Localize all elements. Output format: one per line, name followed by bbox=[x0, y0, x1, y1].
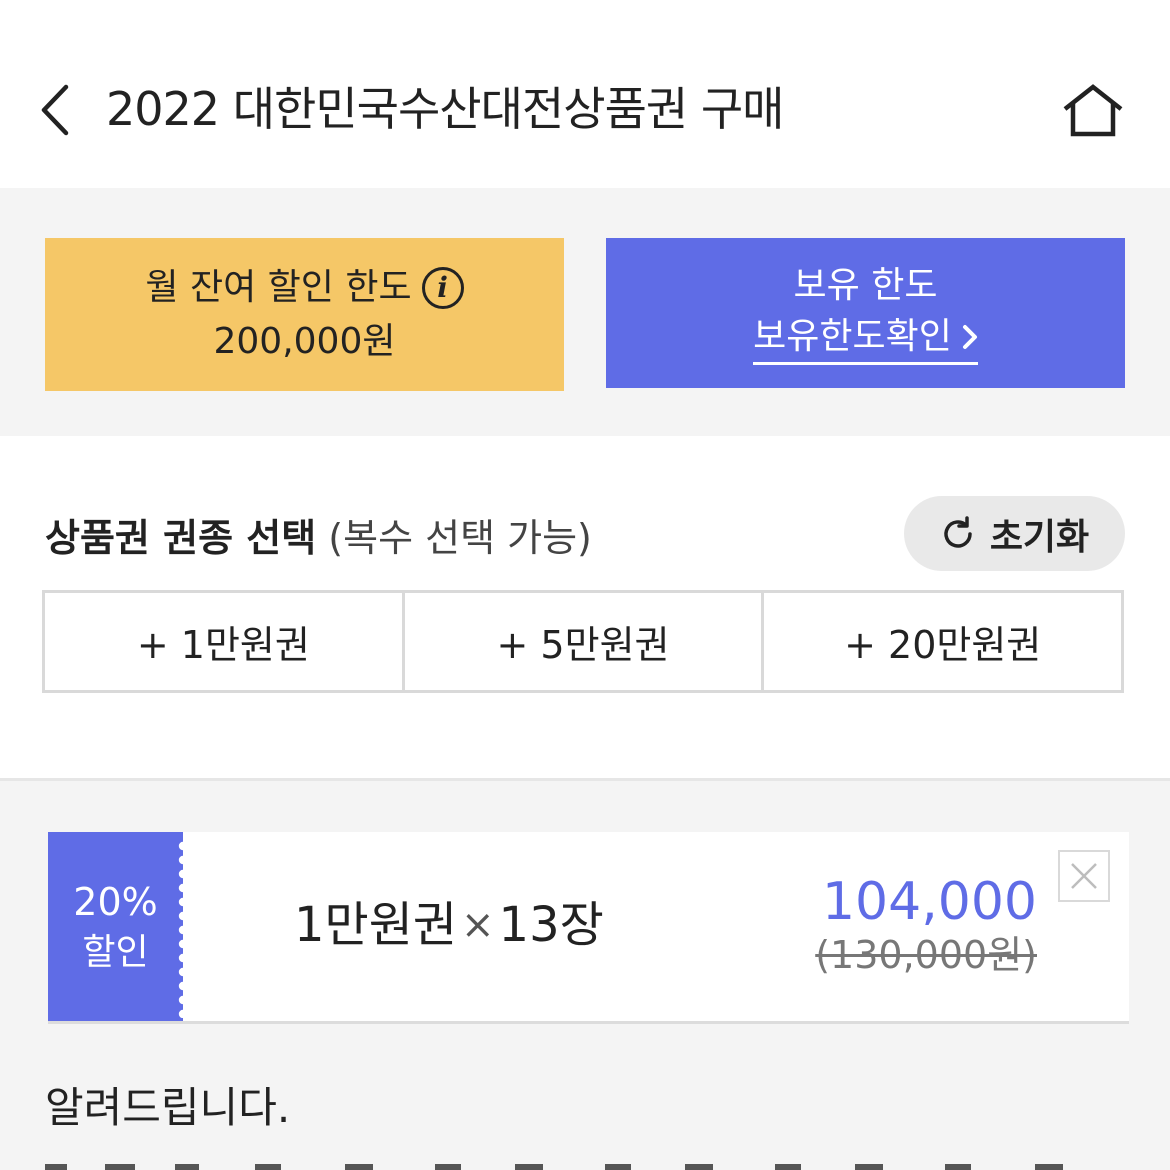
denomination-select-section: 상품권 권종 선택 (복수 선택 가능) 초기화 + 1만원권 + 5만원권 +… bbox=[0, 436, 1170, 781]
remove-item-button[interactable] bbox=[1058, 850, 1110, 902]
denomination-select-title: 상품권 권종 선택 (복수 선택 가능) bbox=[45, 512, 592, 564]
back-button[interactable] bbox=[30, 78, 80, 142]
chevron-right-icon bbox=[962, 324, 977, 349]
notice-title: 알려드립니다. bbox=[45, 1083, 291, 1132]
page-title: 2022 대한민국수산대전상품권 구매 bbox=[106, 82, 784, 136]
monthly-limit-label: 월 잔여 할인 한도 bbox=[145, 266, 412, 308]
notice-text-peek bbox=[45, 1164, 1063, 1170]
top-app-bar: 2022 대한민국수산대전상품권 구매 bbox=[0, 0, 1170, 188]
home-button[interactable] bbox=[1058, 78, 1128, 142]
discount-percent: 20% bbox=[73, 879, 158, 924]
denomination-options: + 1만원권 + 5만원권 + 20만원권 bbox=[42, 590, 1124, 693]
voucher-description: 1만원권 × 13장 bbox=[294, 892, 604, 958]
monthly-limit-value: 200,000원 bbox=[213, 320, 396, 362]
select-title-main: 상품권 권종 선택 bbox=[45, 516, 317, 560]
info-icon[interactable]: i bbox=[421, 266, 464, 309]
monthly-limit-label-row: 월 잔여 할인 한도 i bbox=[145, 264, 464, 312]
voucher-quantity: 13장 bbox=[498, 897, 604, 953]
holding-limit-card[interactable]: 보유 한도 보유한도확인 bbox=[606, 238, 1125, 388]
discount-label: 할인 bbox=[82, 931, 149, 973]
discount-badge: 20% 할인 bbox=[48, 832, 183, 1021]
close-icon bbox=[1071, 863, 1097, 889]
selected-voucher-item: 20% 할인 1만원권 × 13장 104,000 (130,000원) bbox=[48, 832, 1129, 1024]
monthly-discount-limit-card: 월 잔여 할인 한도 i 200,000원 bbox=[45, 238, 564, 391]
holding-limit-label: 보유 한도 bbox=[793, 264, 938, 306]
discounted-price: 104,000 bbox=[821, 872, 1037, 932]
denomination-50000-button[interactable]: + 5만원권 bbox=[401, 593, 762, 690]
check-holding-limit-link[interactable]: 보유한도확인 bbox=[753, 314, 978, 365]
limit-section: 월 잔여 할인 한도 i 200,000원 보유 한도 보유한도확인 bbox=[0, 188, 1170, 436]
ticket-perforation bbox=[178, 841, 188, 1018]
voucher-name: 1만원권 bbox=[294, 897, 458, 953]
refresh-icon bbox=[944, 515, 972, 548]
select-title-sub: (복수 선택 가능) bbox=[328, 516, 592, 560]
home-icon bbox=[1063, 84, 1123, 137]
multiply-sign: × bbox=[461, 902, 495, 948]
holding-link-label: 보유한도확인 bbox=[753, 315, 952, 357]
chevron-left-icon bbox=[41, 84, 69, 136]
reset-label: 초기화 bbox=[989, 516, 1090, 558]
denomination-10000-button[interactable]: + 1만원권 bbox=[45, 593, 402, 690]
reset-button[interactable]: 초기화 bbox=[904, 496, 1125, 571]
original-price: (130,000원) bbox=[815, 933, 1037, 977]
denomination-200000-button[interactable]: + 20만원권 bbox=[761, 593, 1122, 690]
